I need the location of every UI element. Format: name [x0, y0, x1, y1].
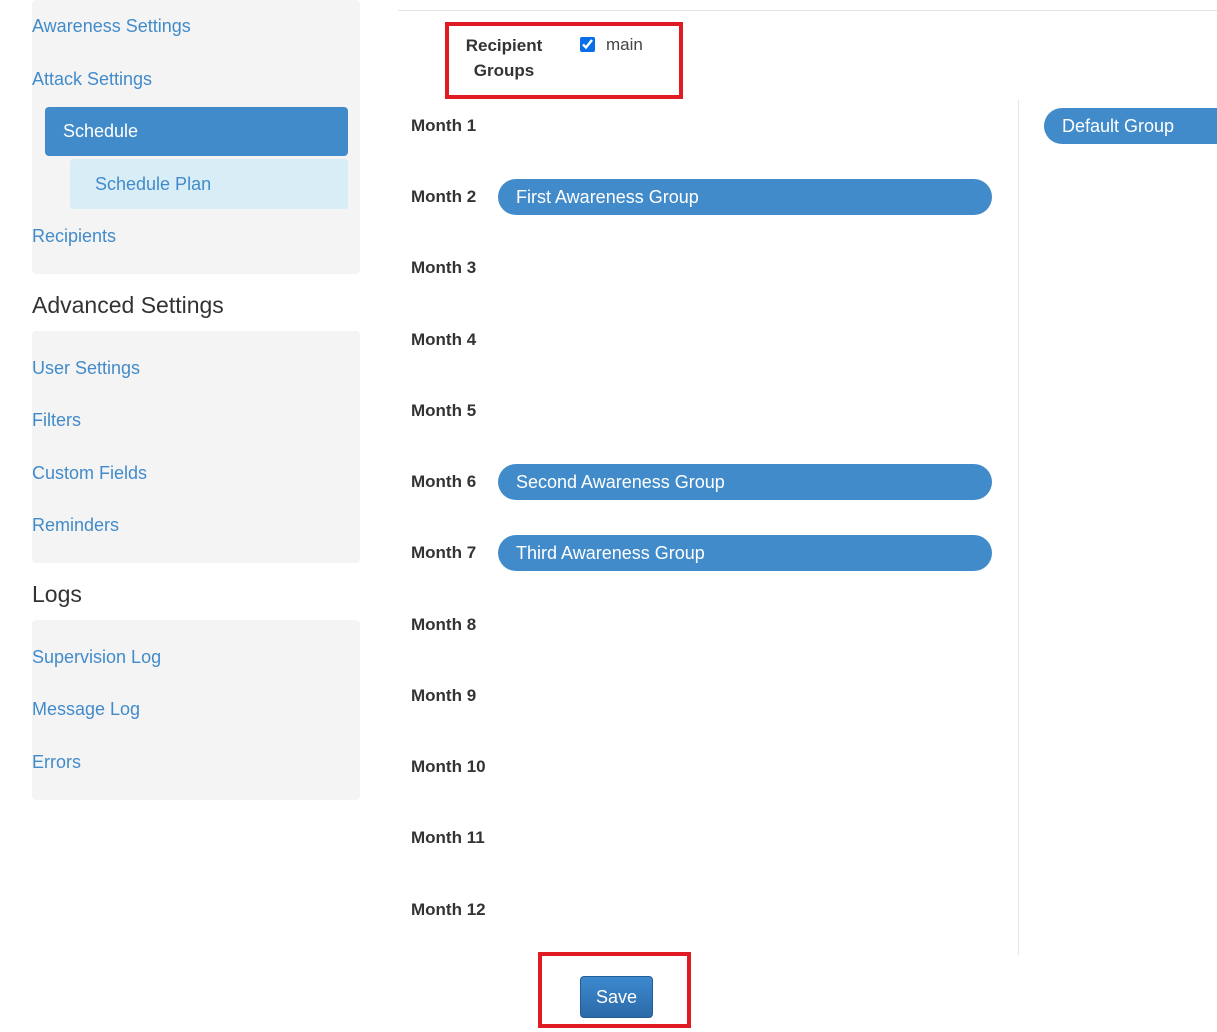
save-button[interactable]: Save — [580, 976, 653, 1018]
month-label: Month 7 — [411, 543, 477, 562]
logs-heading: Logs — [32, 581, 82, 607]
month-label: Month 6 — [411, 472, 477, 491]
month-label: Month 1 — [411, 116, 477, 135]
sidebar-item-supervision-log[interactable]: Supervision Log — [32, 646, 161, 668]
awareness-group-pill[interactable]: Third Awareness Group — [498, 535, 992, 571]
month-label: Month 12 — [411, 900, 486, 919]
month-label: Month 9 — [411, 686, 477, 705]
awareness-group-pill[interactable]: Second Awareness Group — [498, 464, 992, 500]
sidebar-item-recipients[interactable]: Recipients — [32, 225, 116, 247]
awareness-group-pill[interactable]: First Awareness Group — [498, 179, 992, 215]
sidebar-item-schedule-plan[interactable]: Schedule Plan — [70, 159, 348, 209]
default-group-pill[interactable]: Default Group — [1044, 108, 1217, 144]
month-label: Month 5 — [411, 401, 477, 420]
header-divider — [398, 10, 1217, 11]
sidebar-item-user-settings[interactable]: User Settings — [32, 357, 140, 379]
month-label: Month 10 — [411, 757, 486, 776]
sidebar-item-label: Schedule Plan — [95, 174, 212, 194]
advanced-settings-heading: Advanced Settings — [32, 292, 224, 318]
sidebar-item-attack-settings[interactable]: Attack Settings — [32, 68, 152, 90]
month-label: Month 3 — [411, 258, 477, 277]
sidebar-item-errors[interactable]: Errors — [32, 751, 81, 773]
sidebar-item-schedule[interactable]: Schedule — [45, 107, 348, 156]
recipient-groups-label: Recipient Groups — [465, 36, 543, 80]
sidebar-item-custom-fields[interactable]: Custom Fields — [32, 462, 147, 484]
month-label: Month 2 — [411, 187, 477, 206]
recipient-group-main-checkbox[interactable] — [580, 37, 595, 52]
available-groups-divider — [1018, 100, 1019, 955]
sidebar-item-awareness-settings[interactable]: Awareness Settings — [32, 15, 191, 37]
month-label: Month 4 — [411, 330, 477, 349]
month-label: Month 8 — [411, 615, 477, 634]
recipient-group-main-label[interactable]: main — [606, 35, 643, 55]
sidebar-item-filters[interactable]: Filters — [32, 409, 81, 431]
sidebar-item-label: Schedule — [63, 121, 139, 141]
sidebar-item-message-log[interactable]: Message Log — [32, 698, 140, 720]
sidebar-item-reminders[interactable]: Reminders — [32, 514, 119, 536]
month-label: Month 11 — [411, 828, 485, 847]
